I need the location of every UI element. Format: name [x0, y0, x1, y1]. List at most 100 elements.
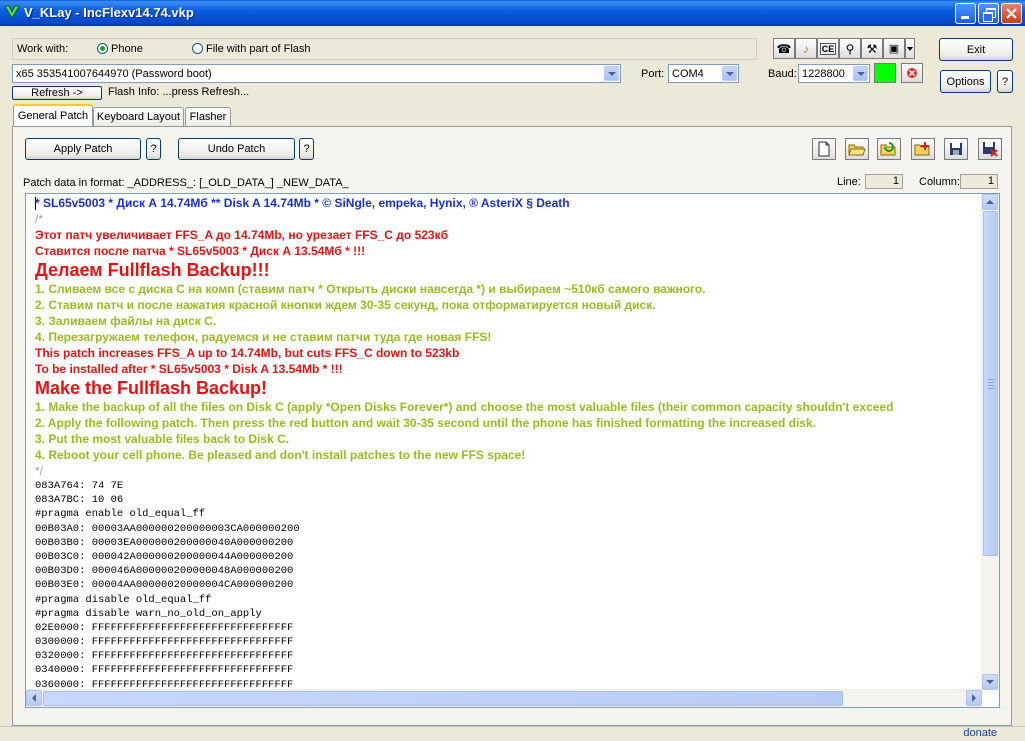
- device-select[interactable]: x65 353541007644970 (Password boot): [12, 64, 621, 83]
- restore-button[interactable]: [978, 3, 999, 24]
- bell-button[interactable]: ♪: [795, 38, 817, 59]
- open-file-button[interactable]: [845, 138, 869, 160]
- editor-line: 2. Ставим патч и после нажатия красной к…: [35, 298, 656, 312]
- new-file-button[interactable]: [812, 138, 836, 160]
- chevron-right-icon: [972, 694, 976, 702]
- stop-icon: [907, 68, 917, 78]
- editor-line: 083A7BC: 10 06: [35, 494, 124, 507]
- file-radio-label: File with part of Flash: [206, 43, 311, 55]
- phone-radio[interactable]: [97, 43, 108, 54]
- chevron-left-icon: [32, 694, 36, 702]
- tools-button[interactable]: ⚒: [861, 38, 883, 59]
- connection-status-indicator: [874, 63, 896, 83]
- chevron-down-icon: [986, 680, 994, 684]
- minimize-button[interactable]: [955, 3, 976, 24]
- editor-line: 0300000: FFFFFFFFFFFFFFFFFFFFFFFFFFFFFFF…: [35, 636, 294, 649]
- apply-help-button[interactable]: ?: [146, 138, 161, 160]
- reload-file-button[interactable]: [877, 138, 901, 160]
- scroll-right-button[interactable]: [966, 690, 982, 706]
- horizontal-scrollbar[interactable]: [26, 689, 982, 707]
- editor-line: * SL65v5003 * Диск А 14.74Мб ** Disk A 1…: [35, 196, 570, 210]
- editor-line: 3. Put the most valuable files back to D…: [35, 432, 290, 446]
- save-as-icon: [983, 142, 998, 157]
- horizontal-scroll-thumb[interactable]: [43, 691, 843, 706]
- undo-patch-button[interactable]: Undo Patch: [178, 138, 295, 160]
- close-button[interactable]: [1001, 3, 1022, 24]
- chevron-down-icon: [725, 71, 734, 76]
- undo-help-button[interactable]: ?: [299, 138, 314, 160]
- editor-line: 4. Reboot your cell phone. Be pleased an…: [35, 448, 526, 462]
- editor-line: Делаем Fullflash Backup!!!: [35, 260, 270, 280]
- title-bar[interactable]: V_KLay - IncFlexv14.74.vkp: [0, 0, 1025, 26]
- save-icon: [950, 143, 962, 155]
- editor-line: This patch increases FFS_A up to 14.74Mb…: [35, 346, 460, 360]
- save-as-button[interactable]: [978, 138, 1002, 160]
- editor-line: */: [35, 464, 44, 478]
- baud-select[interactable]: 1228800: [798, 64, 870, 83]
- editor-line: 4. Перезагружаем телефон, радуемся и не …: [35, 330, 492, 344]
- open-folder-icon: [848, 144, 866, 156]
- editor-line: #pragma enable old_equal_ff: [35, 508, 206, 521]
- editor-line: #pragma disable old_equal_ff: [35, 593, 212, 606]
- chevron-down-icon: [907, 46, 913, 51]
- baud-select-value: 1228800: [802, 67, 845, 80]
- refresh-button[interactable]: Refresh ->: [12, 86, 102, 100]
- exit-button[interactable]: Exit: [939, 38, 1013, 61]
- search-button[interactable]: ⚲: [839, 38, 861, 59]
- options-help-button[interactable]: ?: [997, 70, 1013, 93]
- reload-folder-icon: [880, 142, 896, 156]
- device-select-value: x65 353541007644970 (Password boot): [16, 67, 212, 80]
- search-icon: ⚲: [845, 41, 855, 56]
- editor-line: 00B03C0: 000042A000000200000044A00000020…: [35, 550, 294, 563]
- editor-line: 2. Apply the following patch. Then press…: [35, 416, 816, 430]
- window-button[interactable]: ▣: [883, 38, 905, 59]
- editor-line: 02E0000: FFFFFFFFFFFFFFFFFFFFFFFFFFFFFFF…: [35, 621, 294, 634]
- cc-button[interactable]: CE: [817, 38, 839, 59]
- editor-line: 00B03E0: 00004AA00000020000004CA00000020…: [35, 579, 294, 592]
- options-button[interactable]: Options: [940, 70, 991, 93]
- scroll-down-button[interactable]: [982, 674, 998, 690]
- save-button[interactable]: [944, 138, 968, 160]
- patch-editor[interactable]: * SL65v5003 * Диск А 14.74Мб ** Disk A 1…: [25, 193, 1000, 708]
- toolbar-dropdown-button[interactable]: [905, 38, 915, 59]
- file-radio[interactable]: [192, 43, 203, 54]
- phone-radio-label: Phone: [111, 43, 143, 55]
- scroll-left-button[interactable]: [26, 690, 42, 706]
- editor-line: 00B03D0: 000046A000000200000048A00000020…: [35, 565, 294, 578]
- editor-line: 1. Сливаем все с диска C на комп (ставим…: [35, 282, 706, 296]
- window-icon: ▣: [888, 43, 900, 55]
- column-label: Column:: [919, 176, 960, 188]
- minimize-icon: [961, 16, 969, 19]
- editor-line: 0340000: FFFFFFFFFFFFFFFFFFFFFFFFFFFFFFF…: [35, 664, 294, 677]
- port-label: Port:: [641, 68, 665, 80]
- disconnect-button[interactable]: [901, 63, 923, 83]
- port-select[interactable]: COM4: [668, 64, 739, 83]
- editor-line: 00B03A0: 00003AA000000200000003CA0000002…: [35, 522, 300, 535]
- add-file-button[interactable]: [911, 138, 935, 160]
- close-icon: [1006, 8, 1017, 19]
- scroll-up-button[interactable]: [982, 194, 998, 210]
- patch-format-text: Patch data in format: _ADDRESS_: [_OLD_D…: [23, 177, 349, 189]
- line-value: 1: [865, 174, 903, 189]
- tab-keyboard-layout[interactable]: Keyboard Layout: [93, 107, 184, 126]
- phone-icon: ☎: [776, 41, 792, 56]
- editor-line: Этот патч увеличивает FFS_A до 14.74Mb, …: [35, 228, 449, 242]
- app-logo-icon: [4, 5, 20, 19]
- editor-line: Ставится после патча * SL65v5003 * Диск …: [35, 244, 366, 258]
- top-toolbar: ☎ ♪ CE ⚲ ⚒ ▣: [773, 38, 924, 61]
- phone-info-button[interactable]: ☎: [773, 38, 795, 59]
- chevron-down-icon: [607, 71, 616, 76]
- vertical-scroll-thumb[interactable]: [983, 211, 998, 556]
- add-folder-icon: [914, 142, 930, 156]
- tools-icon: ⚒: [866, 41, 878, 56]
- tab-general-patch[interactable]: General Patch: [13, 104, 93, 126]
- line-label: Line:: [837, 176, 861, 188]
- editor-line: Make the Fullflash Backup!: [35, 378, 268, 398]
- apply-patch-button[interactable]: Apply Patch: [25, 138, 141, 160]
- tab-flasher[interactable]: Flasher: [185, 107, 231, 126]
- work-with-label: Work with:: [17, 43, 69, 55]
- vertical-scrollbar[interactable]: [981, 194, 999, 690]
- donate-link[interactable]: donate: [963, 727, 997, 739]
- editor-line: 0320000: FFFFFFFFFFFFFFFFFFFFFFFFFFFFFFF…: [35, 650, 294, 663]
- bell-icon: ♪: [803, 41, 809, 56]
